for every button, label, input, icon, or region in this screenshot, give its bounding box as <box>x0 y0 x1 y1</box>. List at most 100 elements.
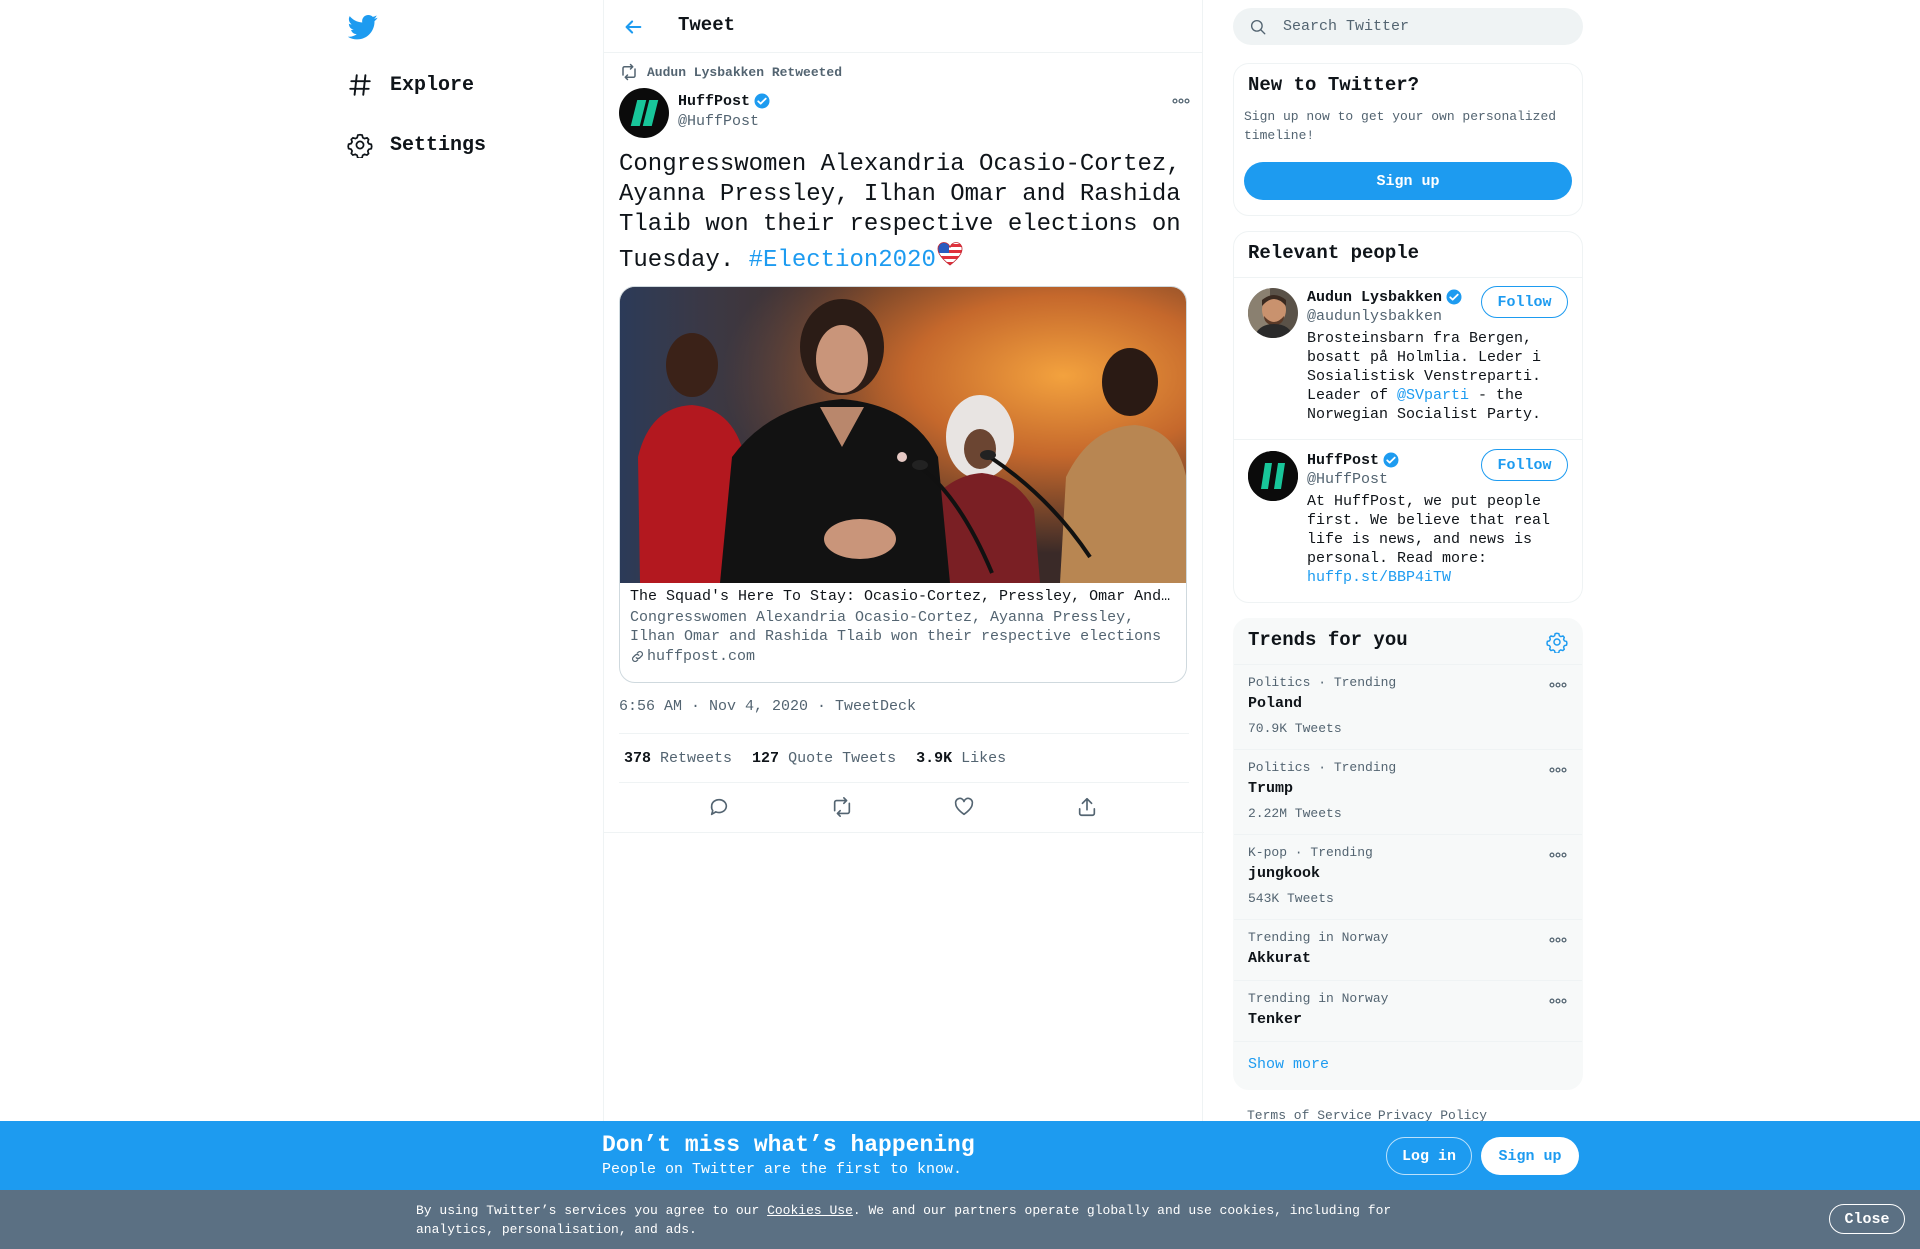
relevant-people-box: Relevant people Audun Lysbakken @audunly… <box>1233 231 1583 603</box>
trends-settings-gear-icon[interactable] <box>1546 631 1568 653</box>
page-title: Tweet <box>678 14 736 36</box>
link-card[interactable]: The Squad's Here To Stay: Ocasio-Cortez,… <box>619 286 1187 683</box>
person-card-huffpost[interactable]: HuffPost @HuffPost At HuffPost, we put p… <box>1248 449 1568 591</box>
trends-box: Trends for you Politics · Trending Polan… <box>1233 618 1583 1090</box>
trends-title: Trends for you <box>1248 629 1408 651</box>
verified-badge-icon <box>1445 288 1463 306</box>
avatar[interactable] <box>1248 451 1298 501</box>
trend-name: Akkurat <box>1248 950 1312 967</box>
quote-tweets-count: 127 <box>752 749 780 767</box>
likes-count: 3.9K <box>916 749 953 767</box>
banner-sign-up-button[interactable]: Sign up <box>1481 1137 1579 1175</box>
card-body: The Squad's Here To Stay: Ocasio-Cortez,… <box>630 587 1178 666</box>
trend-count: 2.22M Tweets <box>1248 806 1342 821</box>
card-domain: huffpost.com <box>647 648 756 665</box>
bio-url-link[interactable]: huffp.st/BBP4iTW <box>1307 569 1451 586</box>
tweet-text: Congresswomen Alexandria Ocasio-Cortez, … <box>619 150 1189 276</box>
trend-item[interactable]: Politics · Trending Trump 2.22M Tweets <box>1234 749 1582 834</box>
show-more-link[interactable]: Show more <box>1248 1056 1329 1073</box>
share-icon[interactable] <box>1076 796 1100 820</box>
sign-up-button[interactable]: Sign up <box>1244 162 1572 200</box>
trend-item[interactable]: Trending in Norway Tenker <box>1234 980 1582 1041</box>
tweet-meta: 6:56 AM · Nov 4, 2020 · TweetDeck <box>619 698 916 715</box>
person-bio: Brosteinsbarn fra Bergen, bosatt på Holm… <box>1307 329 1568 424</box>
divider <box>604 832 1204 833</box>
hashtag-icon <box>346 71 374 99</box>
new-to-twitter-subtitle: Sign up now to get your own personalized… <box>1244 109 1557 143</box>
trend-name: jungkook <box>1248 865 1321 882</box>
trend-name: Tenker <box>1248 1011 1303 1028</box>
trend-item[interactable]: Trending in Norway Akkurat <box>1234 919 1582 980</box>
more-options-icon[interactable] <box>1548 762 1568 778</box>
tweet-author[interactable]: HuffPost @HuffPost <box>619 88 771 138</box>
tweet-source[interactable]: TweetDeck <box>835 698 916 715</box>
divider <box>1234 1041 1582 1042</box>
trend-count: 543K Tweets <box>1248 891 1334 906</box>
more-options-icon[interactable] <box>1548 847 1568 863</box>
more-options-icon[interactable] <box>1548 993 1568 1009</box>
avatar[interactable] <box>619 88 669 138</box>
trend-context: Trending in Norway <box>1248 991 1389 1006</box>
card-description: Congresswomen Alexandria Ocasio-Cortez, … <box>630 609 1162 645</box>
cookie-text-before: By using Twitter’s services you agree to… <box>416 1203 768 1218</box>
trend-context: K-pop · Trending <box>1248 845 1373 860</box>
verified-badge-icon <box>1382 451 1400 469</box>
search-icon <box>1249 18 1267 36</box>
trend-item[interactable]: Politics · Trending Poland 70.9K Tweets <box>1234 664 1582 749</box>
retweet-icon <box>619 63 639 81</box>
person-name: HuffPost <box>1307 451 1380 469</box>
reply-icon[interactable] <box>708 796 732 820</box>
person-card-audun[interactable]: Audun Lysbakken @audunlysbakken Brostein… <box>1248 286 1568 428</box>
trend-name: Trump <box>1248 780 1294 797</box>
log-in-button[interactable]: Log in <box>1386 1137 1472 1175</box>
search-bar[interactable] <box>1233 8 1583 45</box>
like-heart-icon[interactable] <box>953 796 977 820</box>
tweet-stats: 378 Retweets 127 Quote Tweets 3.9K Likes <box>619 733 1189 783</box>
bio-text: At HuffPost, we put people first. We bel… <box>1307 493 1551 567</box>
likes-stat[interactable]: 3.9K Likes <box>916 750 1006 767</box>
retweeted-by-label: Audun Lysbakken Retweeted <box>647 64 843 80</box>
more-options-icon[interactable] <box>1171 93 1191 109</box>
trend-count: 70.9K Tweets <box>1248 721 1342 736</box>
signup-banner: Don’t miss what’s happening People on Tw… <box>0 1121 1920 1190</box>
banner-title: Don’t miss what’s happening <box>602 1132 975 1158</box>
banner-subtitle: People on Twitter are the first to know. <box>602 1161 963 1178</box>
divider <box>1234 439 1582 440</box>
tweet-timestamp[interactable]: 6:56 AM · Nov 4, 2020 <box>619 698 808 715</box>
trend-context: Politics · Trending <box>1248 675 1397 690</box>
retweets-stat[interactable]: 378 Retweets <box>624 750 732 767</box>
tweet-actions <box>619 783 1189 833</box>
back-arrow-icon[interactable] <box>620 14 646 40</box>
author-name: HuffPost <box>678 92 751 110</box>
quote-tweets-stat[interactable]: 127 Quote Tweets <box>752 750 896 767</box>
card-image <box>620 287 1186 583</box>
nav-settings[interactable]: Settings <box>346 125 486 165</box>
relevant-people-title: Relevant people <box>1248 242 1420 264</box>
divider <box>1234 277 1582 278</box>
retweets-count: 378 <box>624 749 652 767</box>
verified-badge-icon <box>753 92 771 110</box>
new-to-twitter-title: New to Twitter? <box>1248 74 1420 96</box>
cookie-close-button[interactable]: Close <box>1829 1204 1905 1234</box>
more-options-icon[interactable] <box>1548 677 1568 693</box>
twitter-logo-icon[interactable] <box>348 12 380 42</box>
more-options-icon[interactable] <box>1548 932 1568 948</box>
person-name: Audun Lysbakken <box>1307 288 1443 306</box>
cookies-use-link[interactable]: Cookies Use <box>767 1203 853 1218</box>
quote-tweets-label: Quote Tweets <box>788 749 897 767</box>
link-icon <box>630 649 645 664</box>
hashtag-link[interactable]: #Election2020 <box>749 247 936 274</box>
nav-explore[interactable]: Explore <box>346 65 474 105</box>
retweet-action-icon[interactable] <box>831 796 855 820</box>
main-column: Tweet Audun Lysbakken Retweeted HuffPost <box>603 0 1204 1249</box>
person-bio: At HuffPost, we put people first. We bel… <box>1307 492 1568 587</box>
avatar[interactable] <box>1248 288 1298 338</box>
follow-button[interactable]: Follow <box>1481 286 1568 318</box>
search-input[interactable] <box>1283 18 1563 35</box>
card-title: The Squad's Here To Stay: Ocasio-Cortez,… <box>630 588 1178 605</box>
us-flag-heart-emoji <box>936 240 964 268</box>
bio-mention-link[interactable]: @SVparti <box>1397 387 1469 404</box>
retweet-context[interactable]: Audun Lysbakken Retweeted <box>619 63 842 81</box>
follow-button[interactable]: Follow <box>1481 449 1568 481</box>
trend-item[interactable]: K-pop · Trending jungkook 543K Tweets <box>1234 834 1582 919</box>
